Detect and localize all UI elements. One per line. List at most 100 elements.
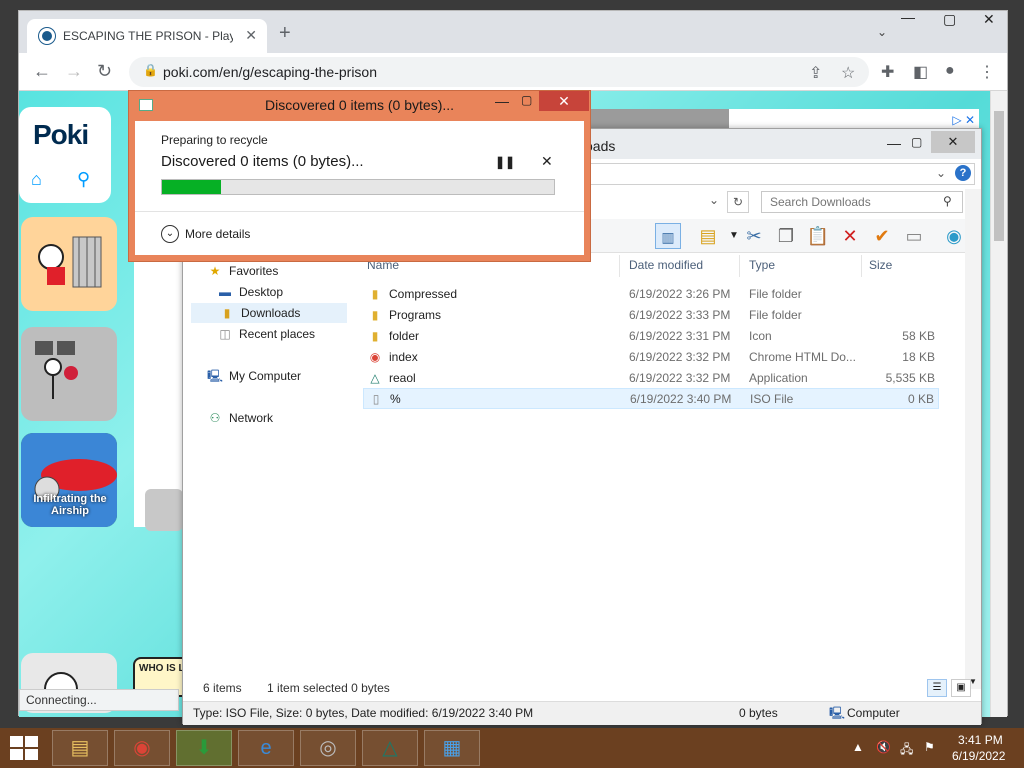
address-chevron-icon[interactable]: ⌄ (936, 166, 946, 180)
search-downloads-input[interactable] (761, 191, 963, 213)
column-size[interactable]: Size (869, 258, 892, 272)
file-row[interactable]: ▮ Compressed 6/19/2022 3:26 PM File fold… (363, 284, 939, 305)
properties-check-icon[interactable]: ✔ (869, 223, 895, 249)
dialog-body: Preparing to recycle Discovered 0 items … (135, 121, 584, 255)
nav-my-computer[interactable]: 🖳 My Computer (207, 366, 301, 386)
home-icon[interactable]: ⌂ (31, 169, 42, 190)
nav-network[interactable]: ⚇ Network (207, 408, 273, 428)
reload-icon[interactable]: ↻ (97, 61, 112, 81)
windows-start-icon[interactable] (8, 734, 40, 762)
more-details-link[interactable]: More details (185, 227, 250, 241)
chrome-taskbar-icon[interactable]: ◉ (114, 730, 170, 766)
file-date: 6/19/2022 3:32 PM (629, 371, 731, 385)
search-icon[interactable]: ⚲ (77, 169, 90, 190)
restore-button[interactable]: ▢ (943, 11, 956, 28)
explorer-maximize-button[interactable]: ▢ (911, 135, 922, 149)
cut-icon[interactable]: ✂ (741, 223, 767, 249)
nav-downloads[interactable]: ▮ Downloads (191, 303, 347, 323)
app-taskbar-icon[interactable]: △ (362, 730, 418, 766)
explorer-minimize-button[interactable]: — (887, 135, 901, 151)
explorer-scrollbar[interactable]: ▼ (965, 189, 981, 689)
dialog-minimize-button[interactable]: — (495, 93, 509, 109)
side-panel-icon[interactable]: ◧ (913, 62, 928, 82)
stickman-game-art (35, 341, 78, 399)
windows-settings-taskbar-icon[interactable]: ▦ (424, 730, 480, 766)
menu-kebab-icon[interactable]: ⋮ (979, 62, 995, 82)
file-name: % (390, 392, 401, 406)
column-type[interactable]: Type (749, 258, 775, 272)
explorer-close-button[interactable]: ✕ (931, 131, 975, 153)
dialog-maximize-button[interactable]: ▢ (521, 93, 532, 107)
nav-desktop[interactable]: ▬ Desktop (217, 282, 283, 302)
views-folder-icon[interactable]: ▤ (695, 223, 721, 249)
refresh-button[interactable]: ↻ (727, 191, 749, 213)
tray-chevron-icon[interactable]: ▲ (852, 740, 864, 754)
file-name: reaol (389, 371, 416, 385)
address-bar[interactable]: 🔒 poki.com/en/g/escaping-the-prison ⇪ ☆ (129, 57, 869, 87)
clock-date[interactable]: 6/19/2022 (952, 749, 1005, 763)
chevron-down-icon[interactable]: ⌄ (161, 225, 179, 243)
profile-avatar-icon[interactable]: ● (945, 62, 955, 80)
column-date[interactable]: Date modified (629, 258, 703, 272)
column-separator[interactable] (739, 255, 740, 277)
large-icons-view-button[interactable]: ▣ (951, 679, 971, 697)
extensions-icon[interactable]: ✚ (881, 62, 894, 82)
explorer-address-bar[interactable]: ⌄ (583, 163, 975, 185)
details-view-button[interactable]: ☰ (927, 679, 947, 697)
game-tile-escaping-prison[interactable] (21, 217, 117, 311)
help-icon[interactable]: ? (955, 165, 971, 181)
ad-close-icon[interactable]: ▷ ✕ (952, 113, 975, 127)
nav-recent-places[interactable]: ◫ Recent places (217, 324, 315, 344)
new-tab-button[interactable]: + (279, 23, 291, 43)
delete-icon[interactable]: ✕ (837, 223, 863, 249)
paste-icon[interactable]: 📋 (805, 223, 831, 249)
close-window-button[interactable]: ✕ (983, 11, 995, 28)
path-dropdown-icon[interactable]: ⌄ (709, 193, 719, 207)
file-explorer-taskbar-icon[interactable]: ▤ (52, 730, 108, 766)
dialog-close-button[interactable]: ✕ (539, 91, 589, 111)
copy-icon[interactable]: ❐ (773, 223, 799, 249)
volume-muted-icon[interactable]: 🔇 (876, 740, 891, 754)
page-scrollbar[interactable] (990, 91, 1007, 717)
download-manager-taskbar-icon[interactable]: ⬇ (176, 730, 232, 766)
browser-tab[interactable]: ESCAPING THE PRISON - Play Esc ✕ (27, 19, 267, 53)
forward-icon[interactable]: → (65, 61, 83, 81)
clock-time[interactable]: 3:41 PM (958, 733, 1003, 747)
notification-tray-icon[interactable]: ⚑ (924, 740, 935, 754)
media-player-taskbar-icon[interactable]: ◎ (300, 730, 356, 766)
game-tile-stealing-diamond[interactable] (21, 327, 117, 421)
nav-favorites[interactable]: ★ Favorites (207, 261, 279, 281)
file-row[interactable]: ◉ index 6/19/2022 3:32 PM Chrome HTML Do… (363, 347, 939, 368)
pause-icon[interactable]: ❚❚ (495, 155, 515, 169)
layout-button[interactable]: ▥ (655, 223, 681, 249)
file-row[interactable]: △ reaol 6/19/2022 3:32 PM Application 5,… (363, 368, 939, 389)
lock-icon[interactable]: 🔒 (143, 63, 158, 77)
rename-icon[interactable]: ▭ (901, 223, 927, 249)
network-globe-icon[interactable]: ◉ (941, 223, 967, 249)
column-separator[interactable] (619, 255, 620, 277)
cancel-operation-icon[interactable]: ✕ (541, 153, 553, 170)
nav-desktop-label: Desktop (239, 285, 284, 299)
scrollbar-thumb[interactable] (994, 111, 1004, 241)
column-separator[interactable] (861, 255, 862, 277)
tab-search-chevron-icon[interactable]: ⌄ (877, 25, 887, 39)
computer-icon: 🖳 (207, 369, 224, 383)
file-name: Programs (389, 308, 442, 322)
file-row[interactable]: ▮ folder 6/19/2022 3:31 PM Icon 58 KB (363, 326, 939, 347)
share-icon[interactable]: ⇪ (809, 63, 822, 83)
file-row[interactable]: ▮ Programs 6/19/2022 3:33 PM File folder (363, 305, 939, 326)
network-tray-icon[interactable]: 🖧 (900, 740, 913, 761)
game-tile-airship[interactable]: Infiltrating the Airship (21, 433, 117, 527)
minimize-button[interactable]: — (901, 9, 915, 25)
airship-label: Infiltrating the Airship (33, 493, 107, 517)
tab-close-icon[interactable]: ✕ (245, 27, 257, 44)
game-thumbnail-small[interactable] (145, 489, 183, 531)
back-icon[interactable]: ← (33, 61, 51, 81)
file-row-selected[interactable]: ▯ % 6/19/2022 3:40 PM ISO File 0 KB (363, 388, 939, 409)
bookmark-star-icon[interactable]: ☆ (841, 63, 855, 83)
star-icon: ★ (209, 264, 221, 278)
taskbar: ▤ ◉ ⬇ e ◎ △ ▦ ▲ 🔇 🖧 ⚑ 3:41 PM 6/19/2022 (0, 728, 1024, 768)
file-type: Chrome HTML Do... (749, 350, 856, 364)
poki-logo[interactable]: Poki (33, 119, 89, 151)
internet-explorer-taskbar-icon[interactable]: e (238, 730, 294, 766)
